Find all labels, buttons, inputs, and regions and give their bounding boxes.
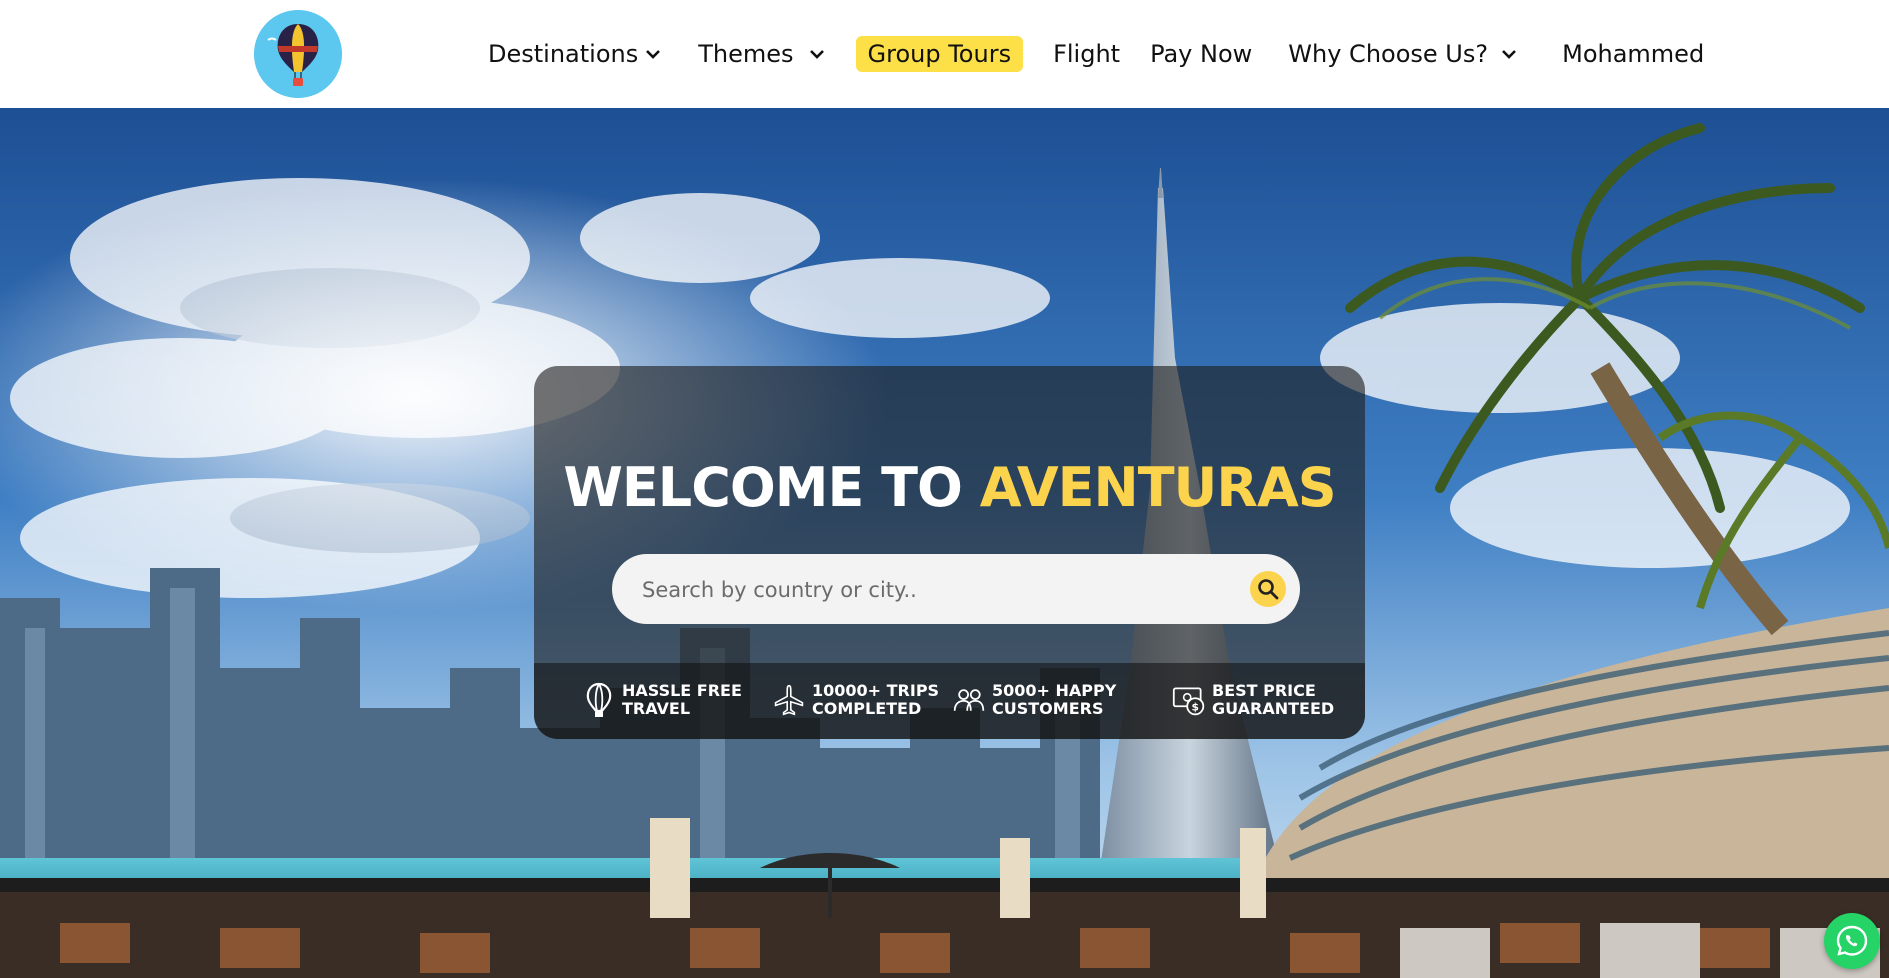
- logo[interactable]: [254, 10, 342, 98]
- feature-label: BEST PRICE GUARANTEED: [1212, 681, 1335, 718]
- hero-section: WELCOME TO AVENTURAS HASSLE FREE TRAVEL: [0, 108, 1889, 978]
- welcome-card: WELCOME TO AVENTURAS HASSLE FREE TRAVEL: [534, 366, 1365, 739]
- nav-flight-label: Flight: [1053, 40, 1121, 68]
- nav-why-choose-us-label: Why Choose Us?: [1288, 40, 1489, 68]
- nav-flight[interactable]: Flight: [1053, 40, 1120, 68]
- feature-label: HASSLE FREE TRAVEL: [622, 681, 742, 718]
- chevron-down-icon: [646, 50, 661, 59]
- airplane-icon: [774, 684, 804, 716]
- nav-themes[interactable]: Themes: [698, 40, 825, 68]
- nav-pay-now-label: Pay Now: [1150, 40, 1253, 68]
- nav-group-tours[interactable]: Group Tours: [855, 36, 1024, 72]
- nav-user-account[interactable]: Mohammed: [1562, 40, 1704, 68]
- balloon-icon: [586, 682, 612, 717]
- feature-label: 10000+ TRIPS COMPLETED: [812, 681, 940, 718]
- feature-best-price: $ BEST PRICE GUARANTEED: [1172, 681, 1334, 719]
- search-icon: [1258, 579, 1279, 600]
- nav-destinations[interactable]: Destinations: [488, 40, 662, 68]
- chevron-down-icon: [809, 50, 824, 59]
- nav-why-choose-us[interactable]: Why Choose Us?: [1288, 40, 1518, 68]
- nav-user-name: Mohammed: [1562, 40, 1705, 68]
- welcome-brand: AVENTURAS: [979, 456, 1337, 519]
- feature-label: 5000+ HAPPY CUSTOMERS: [992, 681, 1117, 718]
- money-icon: $: [1172, 687, 1205, 716]
- search-button[interactable]: [1250, 571, 1286, 607]
- welcome-prefix: WELCOME TO: [563, 456, 963, 519]
- nav-destinations-label: Destinations: [488, 40, 639, 68]
- feature-trips-completed: 10000+ TRIPS COMPLETED: [772, 681, 939, 719]
- people-icon: [953, 689, 985, 711]
- nav-group-tours-label: Group Tours: [867, 40, 1012, 68]
- search-bar: [612, 554, 1300, 626]
- search-input[interactable]: [640, 554, 1224, 626]
- nav-pay-now[interactable]: Pay Now: [1150, 40, 1252, 68]
- chevron-down-icon: [1502, 50, 1517, 59]
- main-nav: Destinations Themes Group Tours Flight P…: [488, 30, 1704, 78]
- features-bar: HASSLE FREE TRAVEL 10000+ TRIPS COMPLETE…: [534, 663, 1365, 739]
- whatsapp-chat-button[interactable]: [1824, 913, 1880, 969]
- hot-air-balloon-logo-icon: [254, 10, 342, 98]
- welcome-heading: WELCOME TO AVENTURAS: [534, 456, 1365, 519]
- whatsapp-icon: [1836, 925, 1868, 956]
- site-header: Destinations Themes Group Tours Flight P…: [0, 0, 1889, 108]
- feature-hassle-free: HASSLE FREE TRAVEL: [582, 681, 742, 719]
- nav-themes-label: Themes: [698, 40, 794, 68]
- feature-happy-customers: 5000+ HAPPY CUSTOMERS: [952, 681, 1116, 719]
- svg-text:$: $: [1192, 701, 1199, 714]
